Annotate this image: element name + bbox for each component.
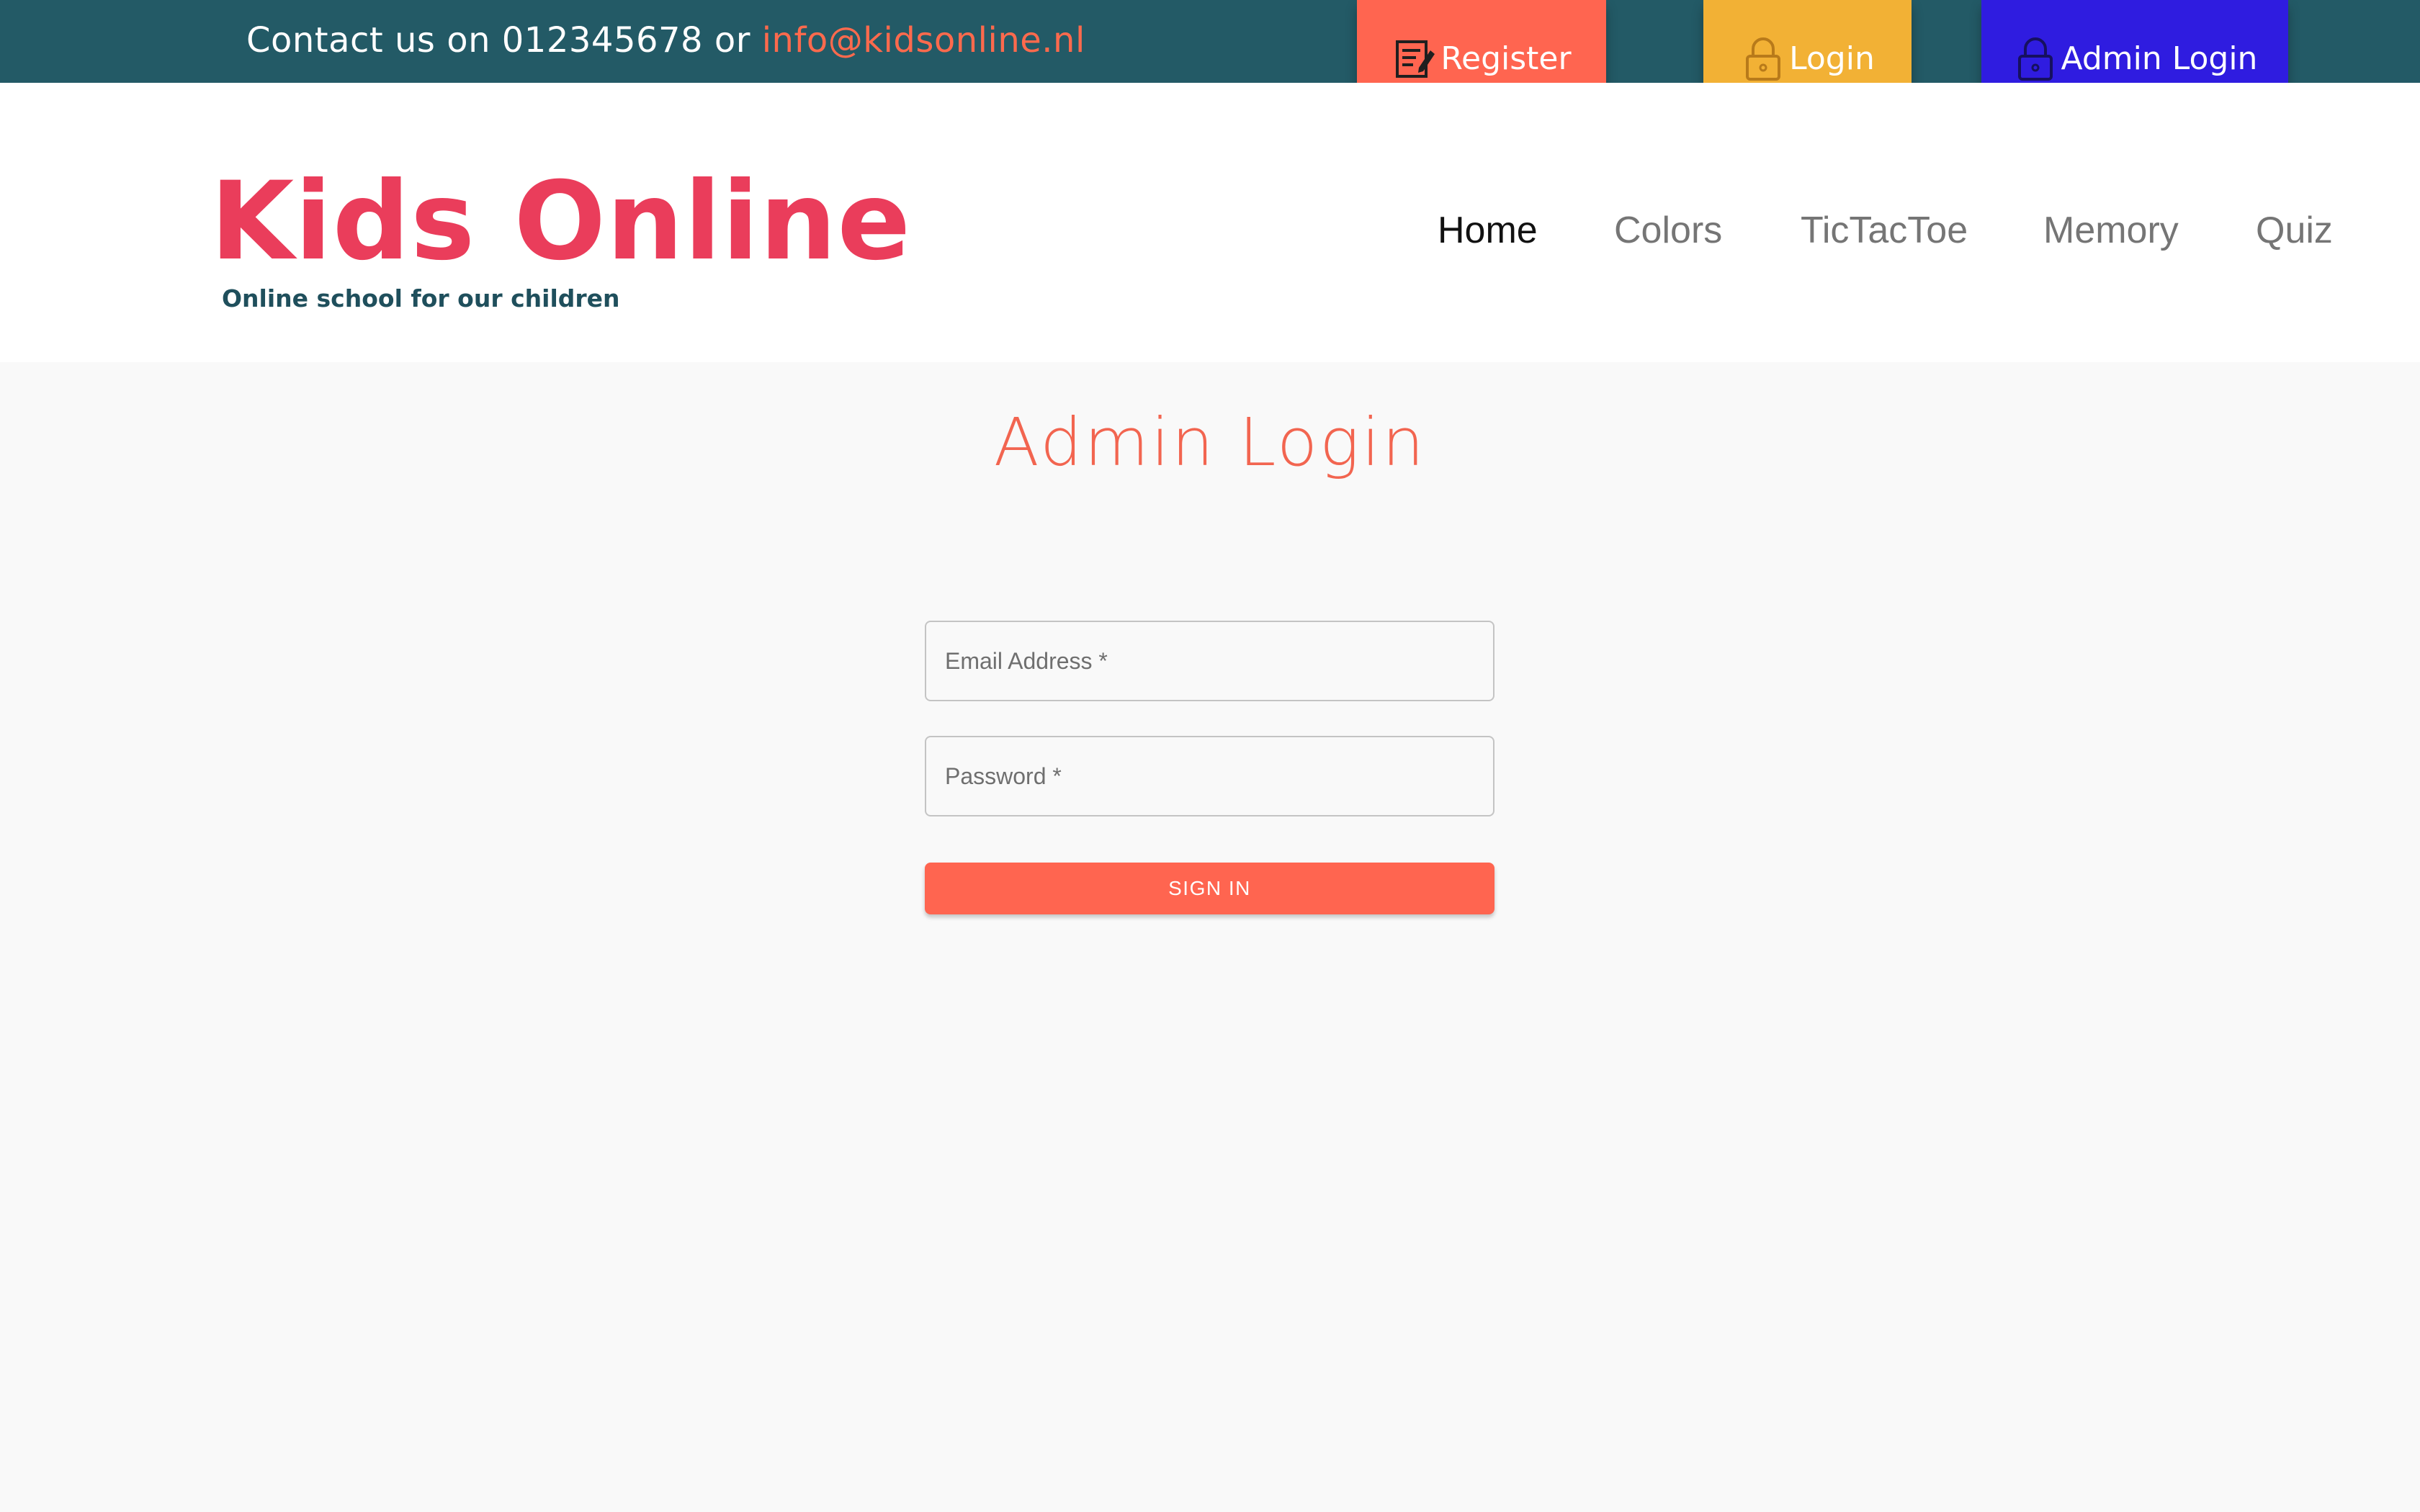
site-tagline: Online school for our children <box>222 284 620 312</box>
lock-icon <box>1740 33 1786 84</box>
nav-quiz[interactable]: Quiz <box>2256 198 2333 263</box>
email-field[interactable] <box>925 621 1494 701</box>
admin-login-label: Admin Login <box>2061 40 2258 77</box>
login-label: Login <box>1789 40 1875 77</box>
register-icon <box>1392 33 1438 84</box>
contact-info: Contact us on 012345678 or info@kidsonli… <box>246 17 1085 63</box>
site-header: Kids Online Online school for our childr… <box>0 83 2420 362</box>
contact-email-link[interactable]: info@kidsonline.nl <box>762 20 1085 60</box>
register-label: Register <box>1440 40 1572 77</box>
lock-icon <box>2012 33 2058 84</box>
nav-tictactoe[interactable]: TicTacToe <box>1801 198 1968 263</box>
main-nav: Home Colors TicTacToe Memory Quiz <box>0 198 2420 263</box>
contact-text: Contact us on 012345678 or <box>246 20 762 60</box>
page-title: Admin Login <box>993 404 1427 481</box>
email-input[interactable] <box>926 622 1493 700</box>
nav-colors[interactable]: Colors <box>1614 198 1722 263</box>
nav-memory[interactable]: Memory <box>2043 198 2179 263</box>
sign-in-button[interactable]: SIGN IN <box>925 863 1494 914</box>
nav-home[interactable]: Home <box>1438 198 1538 263</box>
password-field[interactable] <box>925 736 1494 816</box>
password-input[interactable] <box>926 737 1493 815</box>
